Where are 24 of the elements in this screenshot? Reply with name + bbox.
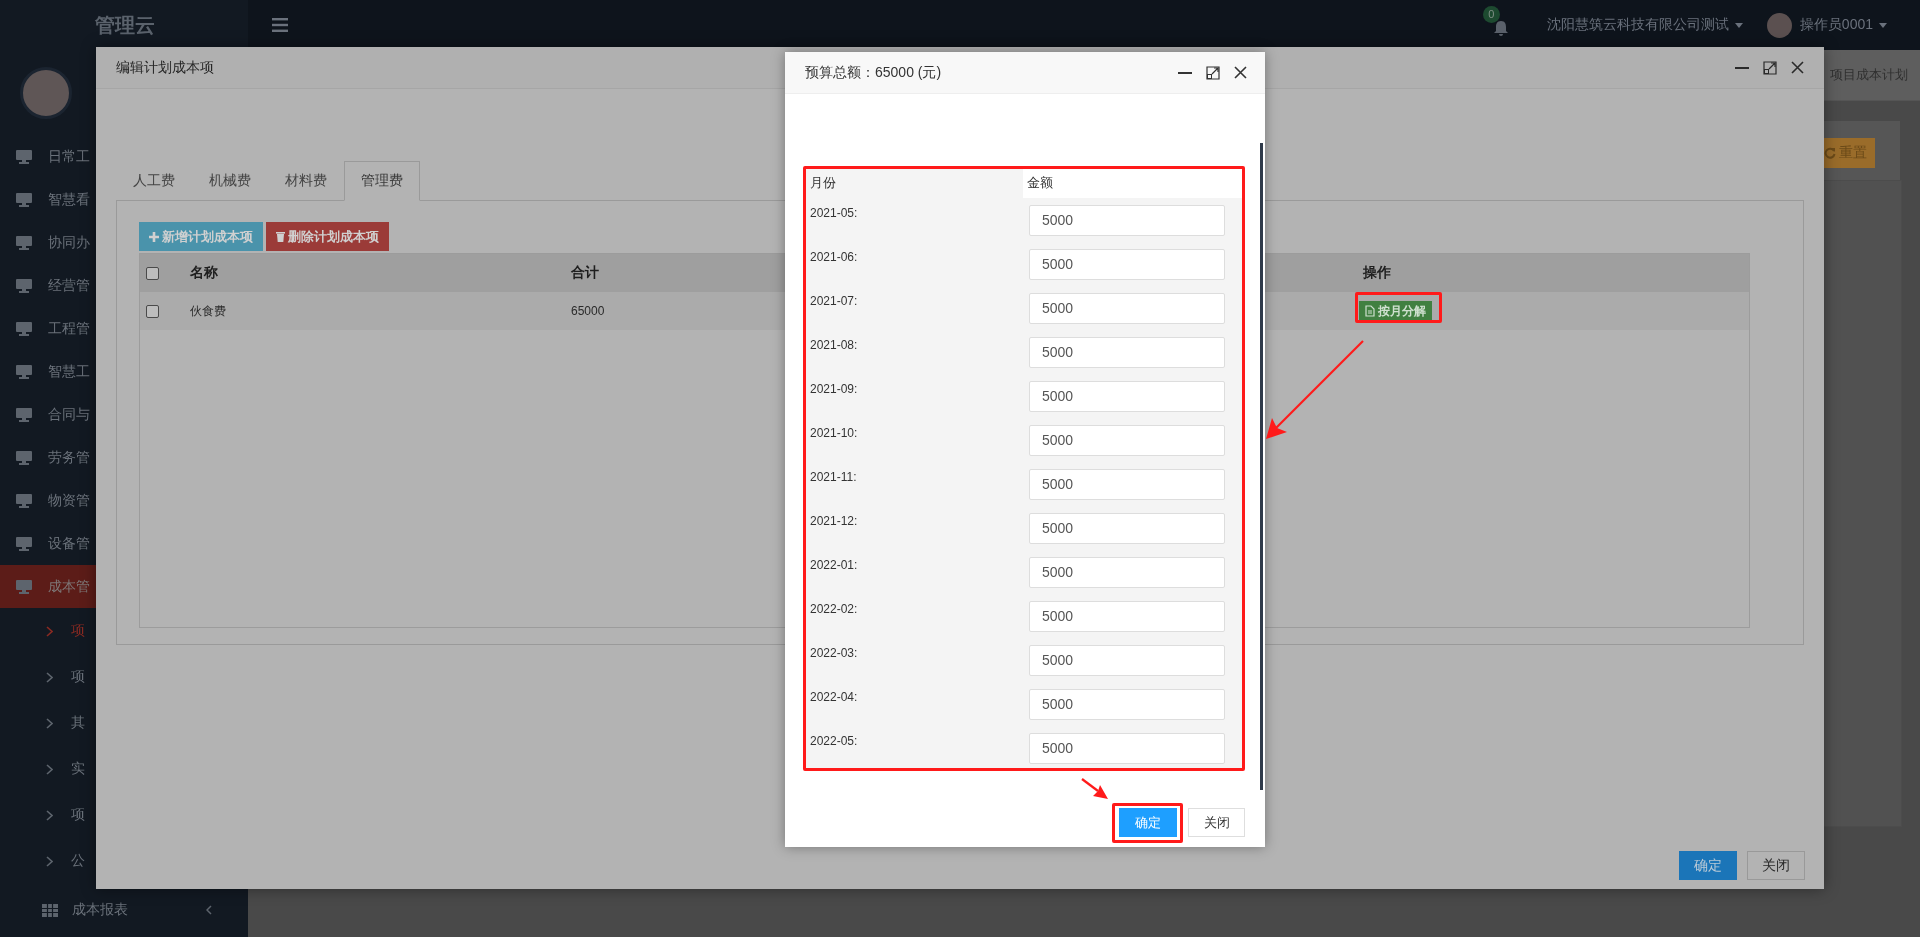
column-header: 名称 [190,264,218,280]
table-cell: 伙食费 [190,303,226,318]
month-label: 2021-10: [810,426,858,440]
column-header: 月份 [809,173,837,192]
app-logo: 管理云 [94,12,156,38]
month-label: 2021-05: [810,206,858,220]
column-header: 操作 [1363,264,1391,280]
notification-badge: 0 [1482,5,1500,23]
table-cell: 65000 [571,304,605,318]
month-label: 2022-01: [810,558,858,572]
month-label: 2022-04: [810,690,858,704]
dialog-title: 预算总额：65000 (元) [805,63,942,82]
month-label: 2021-07: [810,294,858,308]
month-label: 2021-11: [810,470,857,484]
column-header: 合计 [571,264,599,280]
dialog-title: 编辑计划成本项 [116,58,214,77]
month-label: 2021-06: [810,250,858,264]
month-label: 2021-12: [810,514,858,528]
month-label: 2022-03: [810,646,858,660]
month-label: 2022-02: [810,602,858,616]
month-label: 2021-09: [810,382,858,396]
month-label: 2021-08: [810,338,858,352]
month-label: 2022-05: [810,734,858,748]
column-header: 金额 [1023,167,1243,198]
